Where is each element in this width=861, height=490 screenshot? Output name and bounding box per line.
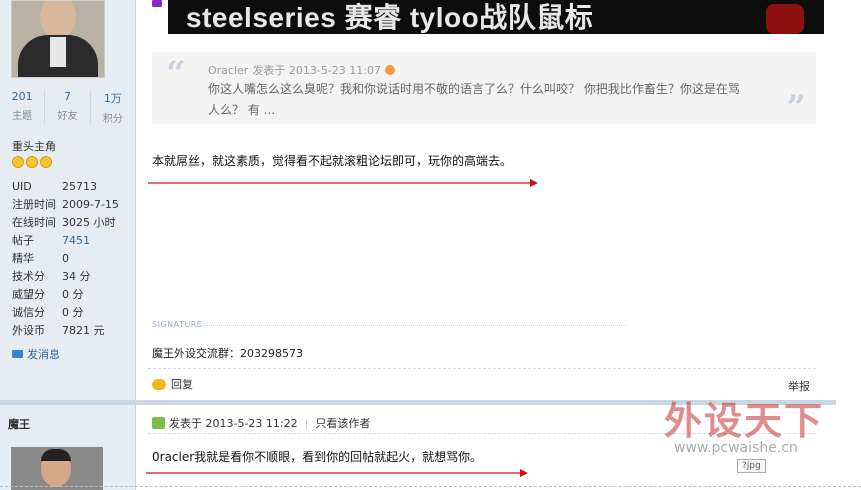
post-footer-divider bbox=[148, 368, 816, 369]
info-key: 威望分 bbox=[12, 288, 45, 301]
medal-icon bbox=[40, 156, 52, 168]
stat-friends[interactable]: 7 好友 bbox=[44, 90, 89, 125]
send-message-label[interactable]: 发消息 bbox=[27, 346, 60, 362]
image-type-badge: ?jpg bbox=[737, 459, 766, 473]
info-row-tech: 技术分 34 分 bbox=[12, 268, 119, 286]
ad-banner[interactable]: steelseries 赛睿 tyloo战队鼠标 bbox=[168, 0, 824, 34]
info-key: 外设币 bbox=[12, 324, 45, 337]
info-row-online: 在线时间 3025 小时 bbox=[12, 214, 119, 232]
header-divider: | bbox=[304, 416, 309, 430]
info-key: 诚信分 bbox=[12, 306, 45, 319]
post-body: 本就屌丝，就这素质，觉得看不起就滚粗论坛即可，玩你的高端去。 bbox=[152, 154, 513, 168]
stat-topics-label: 主题 bbox=[12, 111, 33, 122]
online-status-icon bbox=[152, 417, 165, 429]
only-author-link[interactable]: 只看该作者 bbox=[315, 415, 370, 431]
medal-icons bbox=[12, 156, 52, 168]
watermark-logo-text: 外设天下 bbox=[664, 399, 825, 443]
info-row-coins: 外设币 7821 元 bbox=[12, 322, 119, 340]
info-value: 25713 bbox=[62, 180, 97, 193]
info-key: 技术分 bbox=[12, 270, 45, 283]
info-value: 0 分 bbox=[62, 288, 84, 301]
avatar[interactable] bbox=[11, 0, 105, 78]
quote-open-icon: “ bbox=[166, 54, 186, 94]
user-info: UID 25713 注册时间 2009-7-15 在线时间 3025 小时 帖子 745… bbox=[12, 178, 119, 340]
info-row-posts: 帖子 7451 bbox=[12, 232, 119, 250]
signature-text: 魔王外设交流群：203298573 bbox=[152, 347, 303, 360]
stat-points-num[interactable]: 1万 bbox=[91, 90, 135, 106]
post-tag-icon bbox=[152, 0, 162, 7]
red-arrow-icon bbox=[146, 469, 528, 477]
user-rank: 重头主角 bbox=[12, 140, 56, 153]
user-stats: 201 主题 7 好友 1万 积分 bbox=[0, 90, 135, 125]
info-value: 7821 元 bbox=[62, 324, 105, 337]
stat-topics-num[interactable]: 201 bbox=[0, 90, 44, 103]
quote-text: 你这人嘴怎么这么臭呢？我和你说话时用不敬的语言了么？什么叫咬？ 你把我比作畜生？… bbox=[208, 82, 740, 117]
quote-time: 发表于 2013-5-23 11:07 bbox=[252, 64, 381, 77]
quote-block: “ Oracler 发表于 2013-5-23 11:07 你这人嘴怎么这么臭呢… bbox=[152, 52, 816, 128]
stat-friends-label: 好友 bbox=[57, 111, 78, 122]
stat-points[interactable]: 1万 积分 bbox=[89, 90, 135, 125]
info-row-digest: 精华 0 bbox=[12, 250, 119, 268]
info-row-uid: UID 25713 bbox=[12, 178, 119, 196]
second-post-body: 0racler我就是看你不顺眼，看到你的回帖就起火，就想骂你。 bbox=[152, 450, 483, 464]
send-message-link[interactable]: 发消息 bbox=[12, 346, 60, 362]
second-avatar[interactable] bbox=[11, 447, 103, 490]
info-key: 在线时间 bbox=[12, 216, 56, 229]
info-row-register: 注册时间 2009-7-15 bbox=[12, 196, 119, 214]
site-watermark: 外设天下 www.pcwaishe.cn bbox=[664, 390, 849, 470]
stat-topics[interactable]: 201 主题 bbox=[0, 90, 44, 125]
watermark-url: www.pcwaishe.cn bbox=[674, 440, 798, 456]
banner-text: steelseries 赛睿 tyloo战队鼠标 bbox=[186, 2, 594, 33]
info-row-prestige: 威望分 0 分 bbox=[12, 286, 119, 304]
avatar-shirt bbox=[50, 37, 66, 67]
stat-friends-num[interactable]: 7 bbox=[45, 90, 89, 103]
banner-logo bbox=[766, 4, 804, 34]
mail-icon bbox=[12, 350, 23, 358]
info-row-credit: 诚信分 0 分 bbox=[12, 304, 119, 322]
info-key: UID bbox=[12, 180, 32, 193]
second-avatar-hair bbox=[41, 449, 71, 461]
quote-header: Oracler 发表于 2013-5-23 11:07 bbox=[208, 62, 395, 78]
info-posts-link[interactable]: 7451 bbox=[62, 232, 90, 250]
bottom-divider bbox=[0, 486, 861, 487]
stat-points-label: 积分 bbox=[102, 114, 123, 125]
reply-label[interactable]: 回复 bbox=[171, 376, 193, 392]
medal-icon bbox=[12, 156, 24, 168]
avatar-face bbox=[40, 1, 76, 39]
reply-icon bbox=[152, 378, 166, 390]
info-value: 34 分 bbox=[62, 270, 91, 283]
second-post-time: 发表于 2013-5-23 11:22 bbox=[169, 417, 298, 430]
signature-label: SIGNATURE bbox=[152, 320, 203, 329]
red-arrow-icon bbox=[148, 179, 538, 187]
info-key: 帖子 bbox=[12, 234, 34, 247]
info-value: 2009-7-15 bbox=[62, 198, 119, 211]
info-value: 3025 小时 bbox=[62, 216, 116, 229]
info-value: 0 bbox=[62, 252, 69, 265]
info-key: 注册时间 bbox=[12, 198, 56, 211]
info-value: 0 分 bbox=[62, 306, 84, 319]
second-post-username[interactable]: 魔王 bbox=[8, 416, 30, 432]
signature-divider bbox=[200, 325, 626, 326]
second-post-header: 发表于 2013-5-23 11:22 | 只看该作者 bbox=[152, 415, 370, 431]
info-key: 精华 bbox=[12, 252, 34, 265]
jump-back-icon[interactable] bbox=[384, 65, 395, 75]
sidebar-divider bbox=[135, 0, 136, 490]
medal-icon bbox=[26, 156, 38, 168]
quote-author[interactable]: Oracler bbox=[208, 64, 248, 77]
quote-close-icon: ” bbox=[786, 88, 806, 128]
author-sidebar: 201 主题 7 好友 1万 积分 重头主角 UID 25713 注册时间 2009… bbox=[0, 0, 135, 490]
reply-button[interactable]: 回复 bbox=[152, 376, 193, 392]
